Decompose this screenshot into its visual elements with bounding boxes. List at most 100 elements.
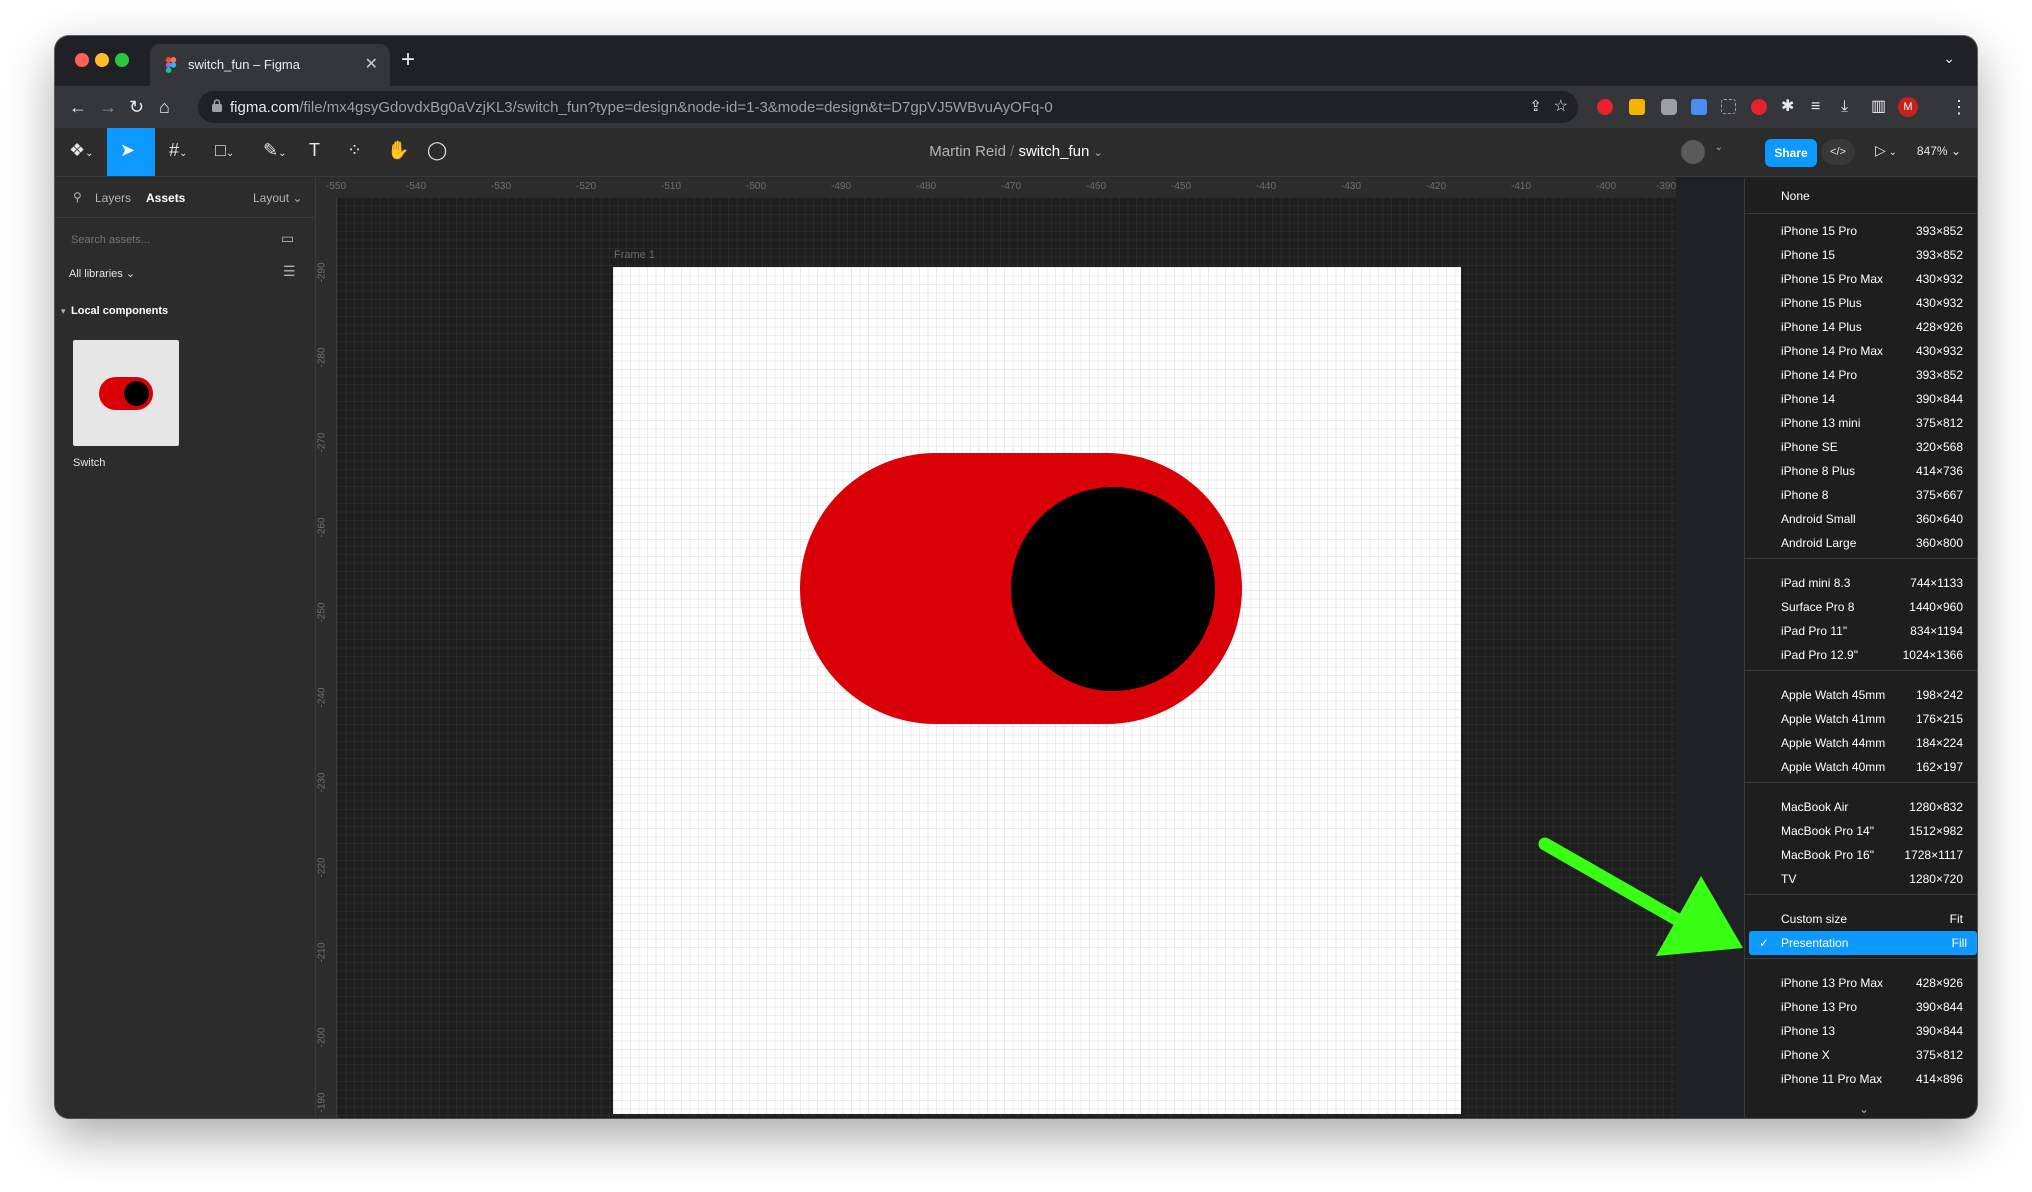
tab-layers[interactable]: Layers xyxy=(95,191,131,205)
menu-item-iphone-13-pro[interactable]: iPhone 13 Pro 390×844 xyxy=(1745,995,1977,1019)
menu-item-iphone-13-pro-max[interactable]: iPhone 13 Pro Max 428×926 xyxy=(1745,971,1977,995)
menu-item-ipad-mini-8-3[interactable]: iPad mini 8.3 744×1133 xyxy=(1745,571,1977,595)
list-view-icon[interactable]: ☰ xyxy=(283,263,296,280)
share-button[interactable]: Share xyxy=(1765,139,1817,167)
menu-item-apple-watch-41mm[interactable]: Apple Watch 41mm 176×215 xyxy=(1745,707,1977,731)
menu-item-iphone-15-plus[interactable]: iPhone 15 Plus 430×932 xyxy=(1745,291,1977,315)
bookmark-star-icon[interactable]: ☆ xyxy=(1554,96,1568,116)
extension-blue-icon[interactable] xyxy=(1691,99,1707,115)
browser-menu-icon[interactable]: ⋮ xyxy=(1950,96,1968,118)
back-arrow-icon[interactable]: ← xyxy=(69,96,87,118)
menu-item-iphone-13-mini[interactable]: iPhone 13 mini 375×812 xyxy=(1745,411,1977,435)
menu-item-iphone-15-pro[interactable]: iPhone 15 Pro 393×852 xyxy=(1745,219,1977,243)
ruler-tick: -290 xyxy=(316,262,328,283)
extension-red-icon[interactable] xyxy=(1597,99,1613,115)
avatar-chevron-icon[interactable]: ⌄ xyxy=(1715,142,1723,153)
component-name: Switch xyxy=(73,457,106,469)
menu-item-macbook-pro-16[interactable]: MacBook Pro 16" 1728×1117 xyxy=(1745,843,1977,867)
layout-dropdown[interactable]: Layout ⌄ xyxy=(253,191,302,205)
menu-item-iphone-8-plus[interactable]: iPhone 8 Plus 414×736 xyxy=(1745,459,1977,483)
menu-item-iphone-se[interactable]: iPhone SE 320×568 xyxy=(1745,435,1977,459)
scroll-down-chevron-icon[interactable]: ⌄ xyxy=(1859,1102,1869,1116)
menu-item-iphone-15-pro-max[interactable]: iPhone 15 Pro Max 430×932 xyxy=(1745,267,1977,291)
component-thumbnail[interactable] xyxy=(73,340,179,446)
file-name[interactable]: switch_fun xyxy=(1018,143,1089,160)
new-tab-button[interactable]: + xyxy=(401,46,415,74)
menu-item-iphone-x[interactable]: iPhone X 375×812 xyxy=(1745,1043,1977,1067)
search-assets-input[interactable] xyxy=(69,225,243,255)
menu-item-macbook-pro-14[interactable]: MacBook Pro 14" 1512×982 xyxy=(1745,819,1977,843)
horizontal-ruler: -550 -540 -530 -520 -510 -500 -490 -480 … xyxy=(316,177,1676,198)
ruler-tick: -390 xyxy=(1656,181,1677,192)
menu-item-android-small[interactable]: Android Small 360×640 xyxy=(1745,507,1977,531)
tab-close-icon[interactable]: ✕ xyxy=(365,54,378,74)
present-play-icon[interactable]: ▷ ⌄ xyxy=(1875,142,1897,159)
ruler-tick: -440 xyxy=(1256,181,1277,192)
profile-avatar[interactable]: M xyxy=(1898,97,1918,117)
ruler-tick: -250 xyxy=(316,602,328,623)
menu-item-iphone-13[interactable]: iPhone 13 390×844 xyxy=(1745,1019,1977,1043)
search-icon[interactable]: ⚲ xyxy=(73,190,82,204)
menu-item-iphone-14-plus[interactable]: iPhone 14 Plus 428×926 xyxy=(1745,315,1977,339)
dev-mode-toggle[interactable]: </> xyxy=(1821,139,1855,165)
user-avatar[interactable] xyxy=(1681,140,1705,164)
libraries-dropdown[interactable]: All libraries ⌄ xyxy=(69,267,135,280)
file-menu-chevron-icon[interactable]: ⌄ xyxy=(1094,147,1103,159)
menu-item-iphone-11-pro-max[interactable]: iPhone 11 Pro Max 414×896 xyxy=(1745,1067,1977,1091)
owner-name[interactable]: Martin Reid xyxy=(929,143,1006,160)
minimize-window-button[interactable] xyxy=(95,53,109,67)
extensions-puzzle-icon[interactable]: ✱ xyxy=(1781,96,1794,118)
menu-item-iphone-14-pro[interactable]: iPhone 14 Pro 393×852 xyxy=(1745,363,1977,387)
library-book-icon[interactable]: ▭ xyxy=(281,230,294,247)
section-local-components[interactable]: Local components xyxy=(71,305,168,317)
extension-yellow-icon[interactable] xyxy=(1629,99,1645,115)
menu-item-apple-watch-45mm[interactable]: Apple Watch 45mm 198×242 xyxy=(1745,683,1977,707)
libraries-label: All libraries xyxy=(69,268,123,280)
ruler-tick: -480 xyxy=(916,181,937,192)
menu-item-iphone-14-pro-max[interactable]: iPhone 14 Pro Max 430×932 xyxy=(1745,339,1977,363)
reload-icon[interactable]: ↻ xyxy=(129,96,144,118)
ruler-tick: -530 xyxy=(491,181,512,192)
side-panel-icon[interactable]: ▥ xyxy=(1871,96,1886,118)
share-page-icon[interactable]: ⇪ xyxy=(1529,97,1542,115)
menu-item-label: iPhone 14 Plus xyxy=(1781,320,1862,334)
menu-item-macbook-air[interactable]: MacBook Air 1280×832 xyxy=(1745,795,1977,819)
menu-item-custom-size[interactable]: Custom size Fit xyxy=(1745,907,1977,931)
menu-item-android-large[interactable]: Android Large 360×800 xyxy=(1745,531,1977,555)
menu-item-size: 360×640 xyxy=(1915,512,1963,526)
download-icon[interactable]: ⤓ xyxy=(1841,96,1848,118)
menu-item-apple-watch-44mm[interactable]: Apple Watch 44mm 184×224 xyxy=(1745,731,1977,755)
ruler-tick: -510 xyxy=(661,181,682,192)
extension-camera-icon[interactable] xyxy=(1661,99,1677,115)
zoom-level[interactable]: 847% ⌄ xyxy=(1917,144,1961,158)
menu-item-label: iPad Pro 12.9" xyxy=(1781,648,1858,662)
frame-label[interactable]: Frame 1 xyxy=(614,249,655,261)
ruler-tick: -520 xyxy=(576,181,597,192)
menu-item-apple-watch-40mm[interactable]: Apple Watch 40mm 162×197 xyxy=(1745,755,1977,779)
address-bar[interactable]: figma.com/file/mx4gsyGdovdxBg0aVzjKL3/sw… xyxy=(198,91,1578,123)
menu-item-iphone-15[interactable]: iPhone 15 393×852 xyxy=(1745,243,1977,267)
close-window-button[interactable] xyxy=(75,53,89,67)
tab-search-chevron-icon[interactable]: ⌄ xyxy=(1943,50,1955,67)
menu-item-surface-pro-8[interactable]: Surface Pro 8 1440×960 xyxy=(1745,595,1977,619)
menu-item-iphone-14[interactable]: iPhone 14 390×844 xyxy=(1745,387,1977,411)
switch-knob[interactable] xyxy=(1011,487,1215,691)
extension-dashed-icon[interactable] xyxy=(1721,99,1736,114)
reading-list-icon[interactable]: ≡ xyxy=(1811,96,1820,118)
menu-item-iphone-8[interactable]: iPhone 8 375×667 xyxy=(1745,483,1977,507)
menu-item-tv[interactable]: TV 1280×720 xyxy=(1745,867,1977,891)
menu-item-ipad-pro-11[interactable]: iPad Pro 11" 834×1194 xyxy=(1745,619,1977,643)
browser-tab[interactable]: switch_fun – Figma ✕ xyxy=(150,44,390,86)
extension-pink-icon[interactable] xyxy=(1751,99,1767,115)
menu-item-none[interactable]: None xyxy=(1745,184,1977,208)
ruler-tick: -430 xyxy=(1341,181,1362,192)
forward-arrow-icon[interactable]: → xyxy=(99,96,117,118)
left-panel: ⚲ Layers Assets Layout ⌄ ▭ All libraries… xyxy=(55,177,316,1118)
menu-item-presentation[interactable]: ✓ Presentation Fill xyxy=(1749,931,1977,955)
menu-item-ipad-pro-12-9[interactable]: iPad Pro 12.9" 1024×1366 xyxy=(1745,643,1977,667)
maximize-window-button[interactable] xyxy=(115,53,129,67)
tab-assets[interactable]: Assets xyxy=(146,191,185,205)
section-collapse-icon[interactable]: ▾ xyxy=(61,306,66,317)
menu-item-label: Apple Watch 41mm xyxy=(1781,712,1886,726)
home-icon[interactable]: ⌂ xyxy=(159,96,170,118)
